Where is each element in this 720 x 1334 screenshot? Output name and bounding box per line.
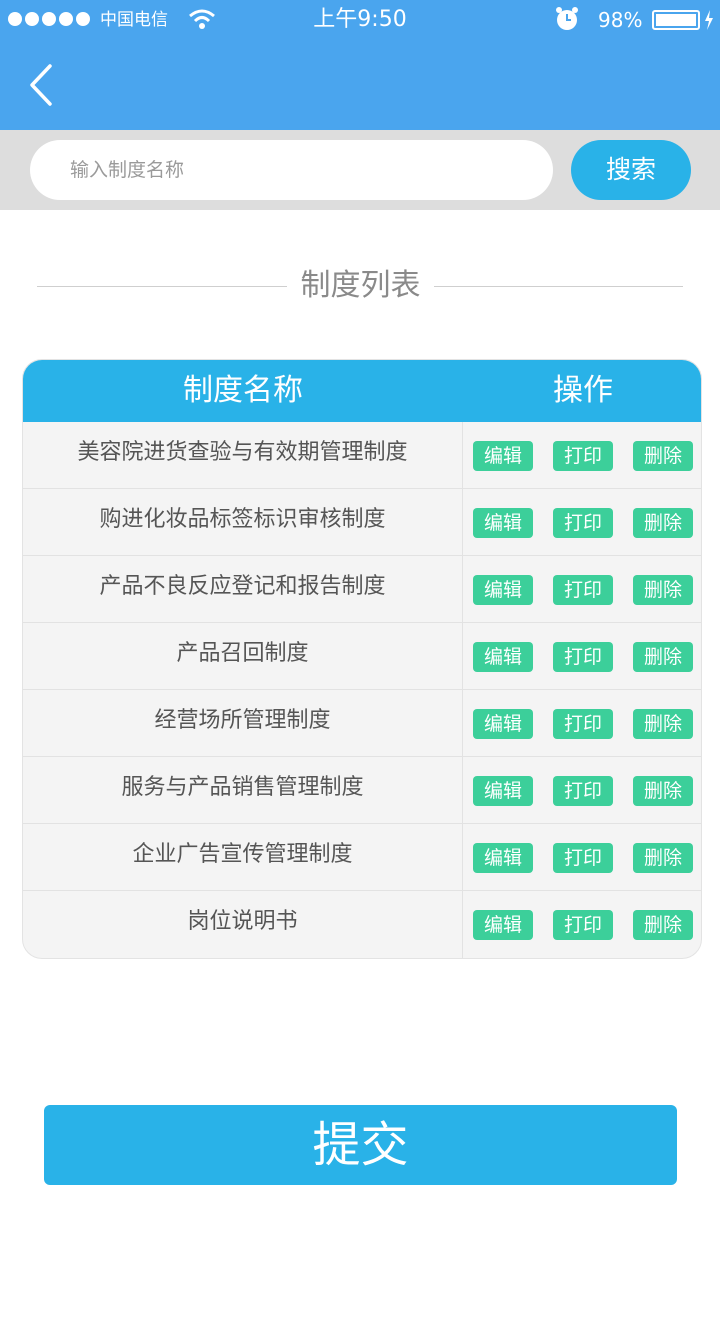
- print-button[interactable]: 打印: [553, 441, 613, 471]
- charging-bolt-icon: [705, 10, 713, 30]
- policy-name: 产品不良反应登记和报告制度: [23, 556, 463, 623]
- policy-name: 购进化妆品标签标识审核制度: [23, 489, 463, 556]
- section-divider-right: [434, 286, 683, 287]
- top-bar: 中国电信 上午9:50 98%: [0, 0, 720, 130]
- policy-name: 产品召回制度: [23, 623, 463, 690]
- table-row: 产品召回制度 编辑 打印 删除: [23, 623, 701, 690]
- edit-button[interactable]: 编辑: [473, 709, 533, 739]
- table-row: 经营场所管理制度 编辑 打印 删除: [23, 690, 701, 757]
- edit-button[interactable]: 编辑: [473, 575, 533, 605]
- print-button[interactable]: 打印: [553, 709, 613, 739]
- delete-button[interactable]: 删除: [633, 508, 693, 538]
- policy-table: 制度名称 操作 美容院进货查验与有效期管理制度 编辑 打印 删除 购进化妆品标签标识审核…: [22, 359, 702, 959]
- row-actions: 编辑 打印 删除: [473, 642, 693, 672]
- policy-name: 美容院进货查验与有效期管理制度: [23, 422, 463, 489]
- edit-button[interactable]: 编辑: [473, 776, 533, 806]
- table-row: 服务与产品销售管理制度 编辑 打印 删除: [23, 757, 701, 824]
- section-title: 制度列表: [300, 268, 421, 303]
- edit-button[interactable]: 编辑: [473, 843, 533, 873]
- edit-button[interactable]: 编辑: [473, 642, 533, 672]
- policy-name: 经营场所管理制度: [23, 690, 463, 757]
- table-row: 美容院进货查验与有效期管理制度 编辑 打印 删除: [23, 422, 701, 489]
- table-row: 岗位说明书 编辑 打印 删除: [23, 891, 701, 958]
- row-actions: 编辑 打印 删除: [473, 441, 693, 471]
- policy-name: 服务与产品销售管理制度: [23, 757, 463, 824]
- delete-button[interactable]: 删除: [633, 843, 693, 873]
- column-header-name: 制度名称: [183, 373, 303, 408]
- battery-icon: [652, 10, 700, 30]
- edit-button[interactable]: 编辑: [473, 910, 533, 940]
- section-divider-left: [37, 286, 287, 287]
- search-input[interactable]: [30, 140, 553, 200]
- row-actions: 编辑 打印 删除: [473, 843, 693, 873]
- table-header: 制度名称 操作: [23, 360, 701, 422]
- edit-button[interactable]: 编辑: [473, 441, 533, 471]
- policy-name: 企业广告宣传管理制度: [23, 824, 463, 891]
- row-actions: 编辑 打印 删除: [473, 575, 693, 605]
- row-actions: 编辑 打印 删除: [473, 910, 693, 940]
- row-actions: 编辑 打印 删除: [473, 709, 693, 739]
- delete-button[interactable]: 删除: [633, 642, 693, 672]
- delete-button[interactable]: 删除: [633, 910, 693, 940]
- edit-button[interactable]: 编辑: [473, 508, 533, 538]
- battery-percent: 98%: [598, 8, 643, 32]
- delete-button[interactable]: 删除: [633, 575, 693, 605]
- table-row: 购进化妆品标签标识审核制度 编辑 打印 删除: [23, 489, 701, 556]
- alarm-icon: [556, 7, 578, 30]
- print-button[interactable]: 打印: [553, 910, 613, 940]
- print-button[interactable]: 打印: [553, 843, 613, 873]
- search-button[interactable]: 搜索: [571, 140, 691, 200]
- delete-button[interactable]: 删除: [633, 776, 693, 806]
- status-bar: 中国电信 上午9:50 98%: [0, 0, 720, 40]
- print-button[interactable]: 打印: [553, 575, 613, 605]
- back-chevron-icon[interactable]: [26, 62, 58, 108]
- row-actions: 编辑 打印 删除: [473, 776, 693, 806]
- delete-button[interactable]: 删除: [633, 441, 693, 471]
- print-button[interactable]: 打印: [553, 776, 613, 806]
- delete-button[interactable]: 删除: [633, 709, 693, 739]
- table-row: 产品不良反应登记和报告制度 编辑 打印 删除: [23, 556, 701, 623]
- column-header-actions: 操作: [553, 373, 613, 408]
- print-button[interactable]: 打印: [553, 642, 613, 672]
- print-button[interactable]: 打印: [553, 508, 613, 538]
- submit-button[interactable]: 提交: [44, 1105, 677, 1185]
- row-actions: 编辑 打印 删除: [473, 508, 693, 538]
- policy-name: 岗位说明书: [23, 891, 463, 958]
- table-row: 企业广告宣传管理制度 编辑 打印 删除: [23, 824, 701, 891]
